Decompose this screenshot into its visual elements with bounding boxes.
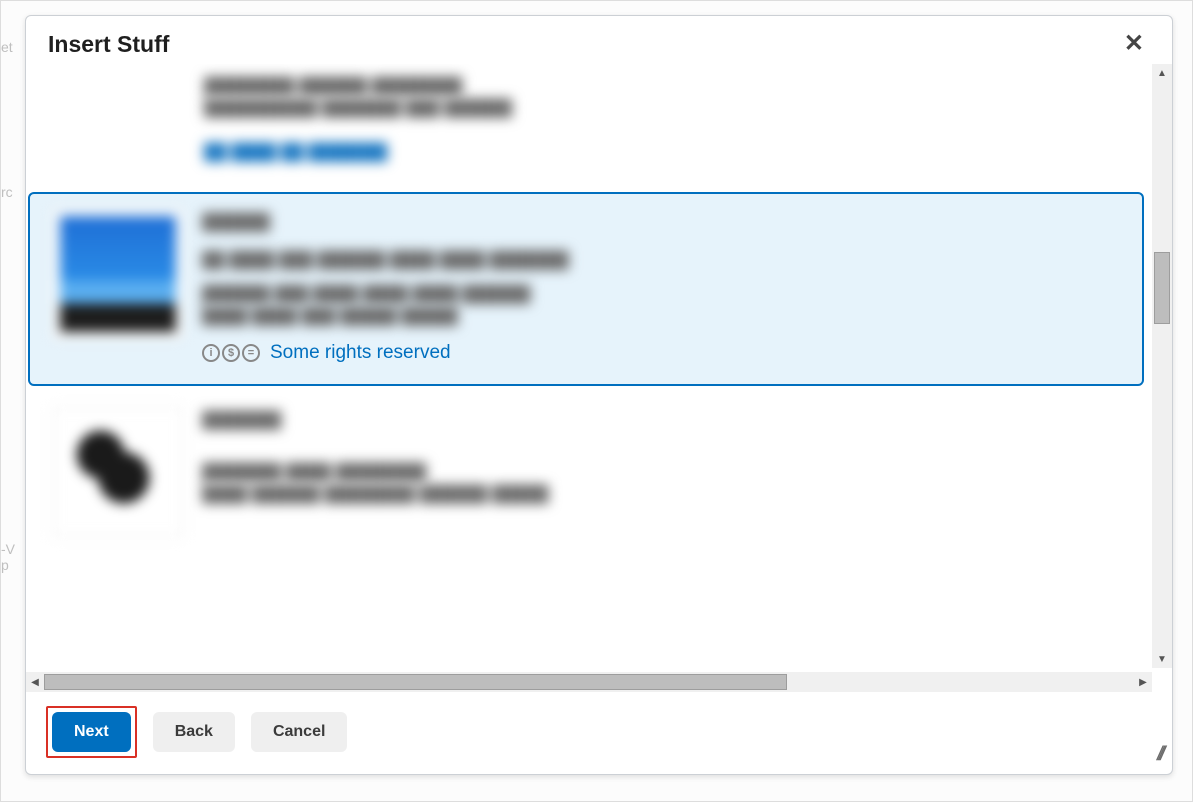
insert-stuff-dialog: Insert Stuff ✕ ████████ ██████ ████████ …: [25, 15, 1173, 775]
peek-text: -Vp: [1, 541, 15, 573]
scroll-left-icon[interactable]: ◀: [26, 672, 44, 692]
blurred-text: ████████ ██████ ████████: [204, 78, 1118, 92]
rights-link[interactable]: Some rights reserved: [270, 342, 451, 364]
blurred-text: ██ ████ ███ ██████ ████ ████ ███████: [202, 252, 622, 266]
horizontal-scrollbar[interactable]: ◀ ▶: [26, 672, 1152, 692]
cc-icons: i $ =: [202, 344, 260, 362]
cc-by-icon: i: [202, 344, 220, 362]
blurred-text: ████ ██████ ████████ ██████ █████: [202, 486, 562, 500]
next-button-highlight: Next: [46, 706, 137, 758]
resize-handle-icon[interactable]: ///: [1155, 743, 1164, 766]
result-thumbnail: [54, 408, 182, 536]
dialog-footer: Next Back Cancel ///: [26, 692, 1172, 774]
result-card-selected[interactable]: ██████ ██ ████ ███ ██████ ████ ████ ████…: [28, 192, 1144, 386]
scroll-down-icon[interactable]: ▼: [1152, 650, 1172, 668]
dialog-body: ████████ ██████ ████████ ██████████ ████…: [26, 64, 1172, 692]
blurred-title: ███████: [202, 412, 272, 428]
blurred-link[interactable]: ██ ████ ██ ███████: [204, 144, 424, 158]
result-card[interactable]: ███████ ███████ ████ ████████ ████ █████…: [28, 390, 1144, 538]
blurred-text: ██████████ ███████ ███ ██████: [204, 100, 1118, 114]
result-thumbnail: [54, 210, 182, 364]
next-button[interactable]: Next: [52, 712, 131, 752]
dialog-header: Insert Stuff ✕: [26, 16, 1172, 64]
blurred-text: ████ ████ ███ █████ █████: [202, 308, 462, 322]
result-card[interactable]: ████████ ██████ ████████ ██████████ ████…: [28, 68, 1144, 188]
scrollbar-track[interactable]: [44, 672, 1134, 692]
rights-row: i $ = Some rights reserved: [202, 342, 1118, 364]
peek-text: et: [1, 39, 13, 55]
scroll-up-icon[interactable]: ▲: [1152, 64, 1172, 82]
results-list: ████████ ██████ ████████ ██████████ ████…: [26, 64, 1150, 670]
scroll-right-icon[interactable]: ▶: [1134, 672, 1152, 692]
blurred-text: ███████ ████ ████████: [202, 464, 492, 478]
cancel-button[interactable]: Cancel: [251, 712, 347, 752]
close-icon[interactable]: ✕: [1118, 30, 1150, 58]
back-button[interactable]: Back: [153, 712, 235, 752]
cc-nd-icon: =: [242, 344, 260, 362]
scrollbar-thumb[interactable]: [1154, 252, 1170, 324]
peek-text: rc: [1, 184, 13, 200]
vertical-scrollbar[interactable]: ▲ ▼: [1152, 64, 1172, 668]
dialog-title: Insert Stuff: [48, 31, 1118, 58]
blurred-text: ██████ ███ ████ ████ ████ ██████: [202, 286, 552, 300]
cc-nc-icon: $: [222, 344, 240, 362]
scrollbar-track[interactable]: [1152, 82, 1172, 650]
blurred-title: ██████: [202, 214, 272, 230]
scrollbar-thumb[interactable]: [44, 674, 787, 690]
